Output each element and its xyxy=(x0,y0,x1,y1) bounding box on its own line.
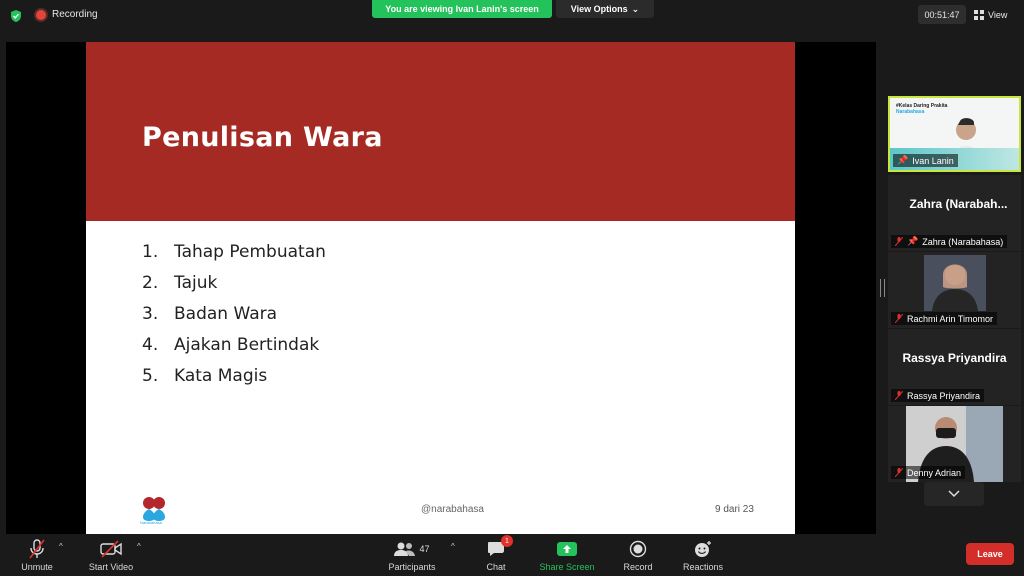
video-off-icon xyxy=(100,540,122,558)
participants-button[interactable]: 47 Participants xyxy=(384,536,440,574)
reactions-label: Reactions xyxy=(682,562,724,572)
view-options-button[interactable]: View Options ⌄ xyxy=(556,0,654,18)
unmute-button[interactable]: Unmute xyxy=(16,536,58,574)
meeting-toolbar: Unmute ^ Start Video ^ 47 Participants ^ xyxy=(0,534,1024,576)
list-item: 2. Tajuk xyxy=(142,273,218,293)
recording-label: Recording xyxy=(52,9,98,20)
chat-unread-badge: 1 xyxy=(501,535,513,547)
record-icon xyxy=(629,540,647,558)
list-item: 3. Badan Wara xyxy=(142,304,278,324)
start-video-button[interactable]: Start Video xyxy=(84,536,138,574)
reactions-smiley-icon xyxy=(695,541,711,557)
muted-mic-icon xyxy=(895,468,903,477)
share-screen-icon xyxy=(557,542,577,556)
share-screen-label: Share Screen xyxy=(539,562,595,572)
muted-mic-icon xyxy=(895,237,903,246)
security-shield-icon[interactable] xyxy=(9,9,23,23)
muted-mic-icon xyxy=(29,539,45,559)
slide-page-number: 9 dari 23 xyxy=(715,504,754,515)
gallery-next-button[interactable] xyxy=(924,482,984,506)
viewing-screen-banner: You are viewing Ivan Lanin's screen xyxy=(372,0,552,18)
chevron-down-icon xyxy=(948,490,960,498)
video-tile-rachmi[interactable]: Rachmi Arin Timomor xyxy=(888,252,1021,328)
meeting-top-bar: Recording You are viewing Ivan Lanin's s… xyxy=(0,0,1024,32)
tile-name-plate: 📌 Ivan Lanin xyxy=(893,154,958,167)
tile-name-plate: Rachmi Arin Timomor xyxy=(891,312,998,325)
presentation-slide: Penulisan Wara 1. Tahap Pembuatan 2. Tajuk… xyxy=(86,42,795,534)
video-tile-zahra[interactable]: Zahra (Narabah... 📌 Zahra (Narabahasa) xyxy=(888,175,1021,251)
view-options-label: View Options xyxy=(570,4,628,14)
record-button[interactable]: Record xyxy=(620,536,656,574)
list-item: 4. Ajakan Bertindak xyxy=(142,335,320,355)
slide-list: 1. Tahap Pembuatan 2. Tajuk 3. Badan Wara 4… xyxy=(142,242,326,397)
participants-icon xyxy=(394,542,416,556)
participant-video-icon xyxy=(924,255,986,311)
muted-mic-icon xyxy=(895,314,903,323)
video-tile-rassya[interactable]: Rassya Priyandira Rassya Priyandira xyxy=(888,329,1021,405)
list-item: 5. Kata Magis xyxy=(142,366,268,386)
muted-mic-icon xyxy=(895,391,903,400)
participants-options-caret-icon[interactable]: ^ xyxy=(451,542,455,551)
panel-resize-handle[interactable] xyxy=(880,279,885,297)
record-label: Record xyxy=(623,562,653,572)
video-options-caret-icon[interactable]: ^ xyxy=(137,542,141,551)
share-screen-button[interactable]: Share Screen xyxy=(537,536,597,574)
pin-icon: 📌 xyxy=(907,236,919,246)
tile-big-name: Zahra (Narabah... xyxy=(909,197,1008,211)
pin-icon: 📌 xyxy=(897,155,909,165)
meeting-timer: 00:51:47 xyxy=(918,5,966,24)
grid-icon xyxy=(974,9,984,20)
view-label: View xyxy=(988,9,1008,20)
record-dot-icon xyxy=(36,9,46,20)
slide-footer-handle: @narabahasa xyxy=(421,504,484,515)
audio-options-caret-icon[interactable]: ^ xyxy=(59,542,63,551)
chat-button[interactable]: 1 Chat xyxy=(482,535,513,574)
video-tile-denny[interactable]: Denny Adrian xyxy=(888,406,1021,482)
leave-button[interactable]: Leave xyxy=(966,543,1014,565)
participants-label: Participants xyxy=(388,562,436,572)
tile-name-plate: Denny Adrian xyxy=(891,466,966,479)
participant-video xyxy=(924,255,986,311)
tile-name-plate: 📌 Zahra (Narabahasa) xyxy=(891,235,1008,248)
reactions-button[interactable]: Reactions xyxy=(679,536,727,574)
logo-text: Narabahasa xyxy=(140,520,162,525)
view-button[interactable]: View xyxy=(974,5,1007,24)
start-video-label: Start Video xyxy=(88,562,134,572)
tile-name-plate: Rassya Priyandira xyxy=(891,389,985,402)
list-item: 1. Tahap Pembuatan xyxy=(142,242,326,262)
tile-big-name: Rassya Priyandira xyxy=(902,351,1007,365)
recording-indicator[interactable]: Recording xyxy=(36,9,98,20)
chevron-down-icon: ⌄ xyxy=(631,3,640,14)
chat-label: Chat xyxy=(486,562,506,572)
participants-count: 47 xyxy=(419,544,430,554)
unmute-label: Unmute xyxy=(21,562,53,572)
slide-title: Penulisan Wara xyxy=(142,122,383,153)
video-tile-ivan[interactable]: #Kelas Daring Prakita Narabahasa 📌 Ivan … xyxy=(888,96,1021,172)
